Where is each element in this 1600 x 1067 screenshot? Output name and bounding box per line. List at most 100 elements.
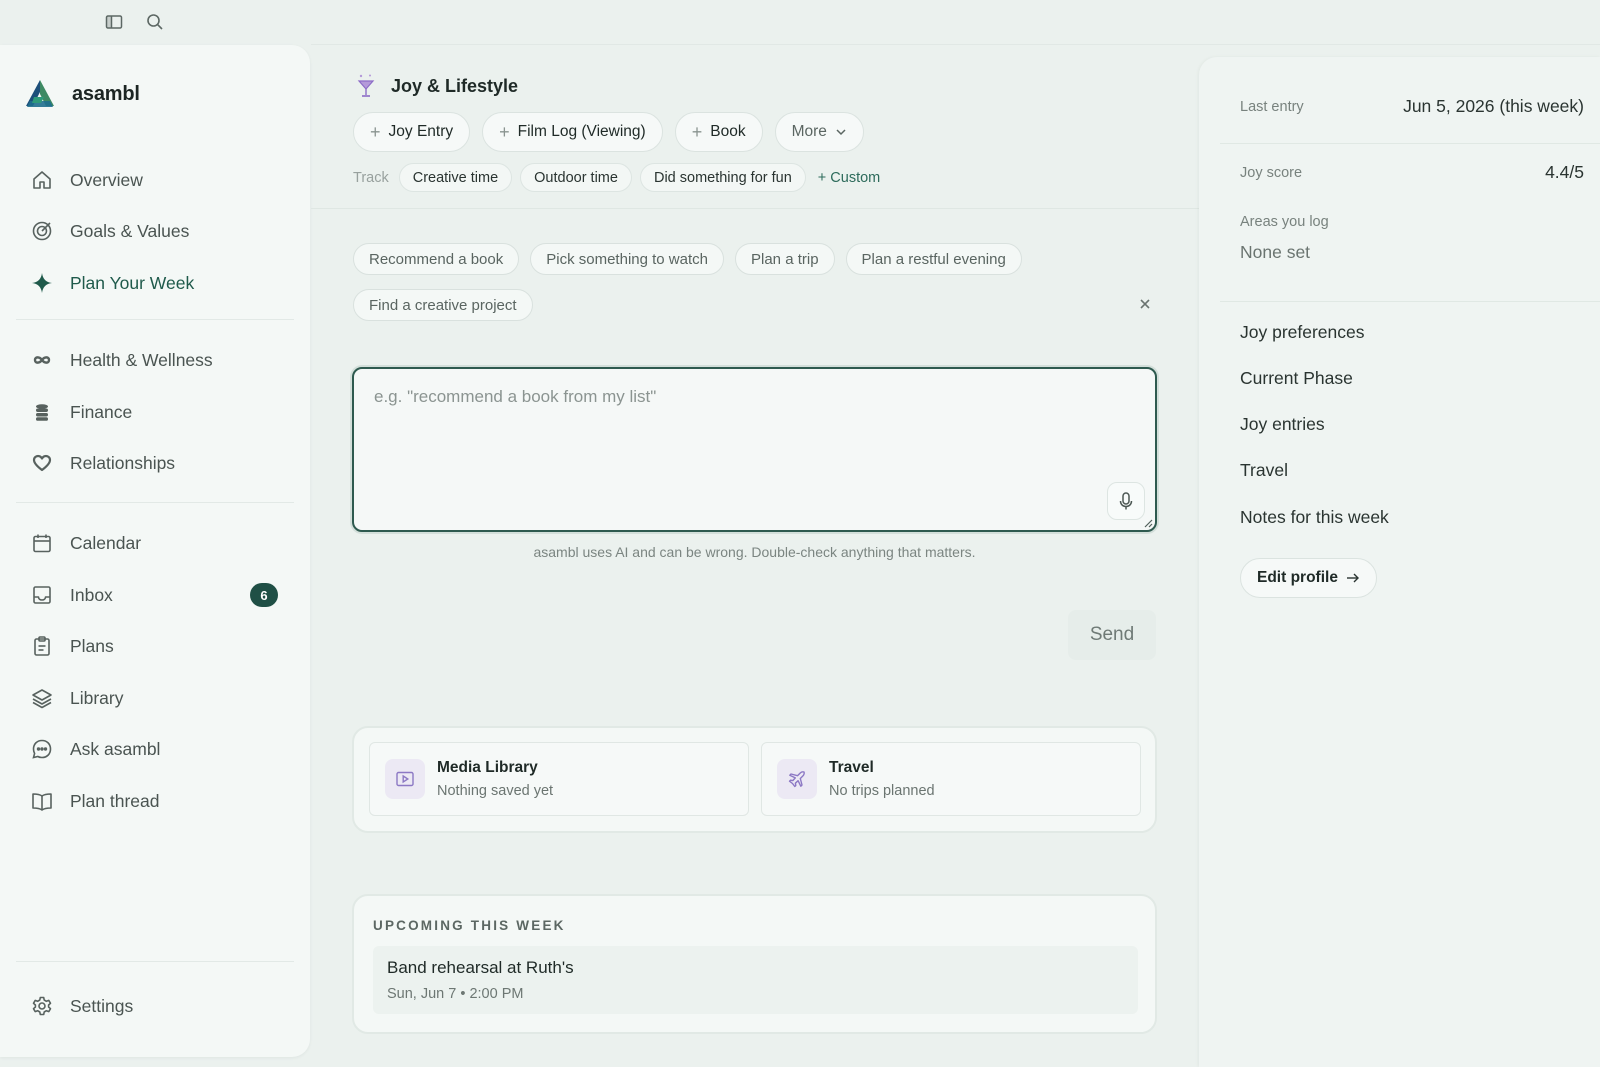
suggestion-chip[interactable]: Pick something to watch <box>530 243 724 275</box>
sidebar-toggle-icon[interactable] <box>104 12 124 32</box>
coins-icon <box>31 401 53 423</box>
upcoming-section: UPCOMING THIS WEEK Band rehearsal at Rut… <box>352 894 1157 1034</box>
nav-health-wellness[interactable]: Health & Wellness <box>16 338 294 382</box>
nav-overview[interactable]: Overview <box>16 158 294 202</box>
nav-label: Inbox <box>70 584 113 605</box>
ai-disclaimer: asambl uses AI and can be wrong. Double-… <box>533 544 976 560</box>
plus-icon: + <box>691 122 703 142</box>
section-heading: UPCOMING THIS WEEK <box>373 918 566 933</box>
add-custom-track-link[interactable]: + Custom <box>818 170 880 186</box>
areas-value: None set <box>1240 242 1311 262</box>
nav-label: Health & Wellness <box>70 349 213 370</box>
page-header: Joy & Lifestyle <box>355 73 518 99</box>
nav-divider <box>16 502 294 503</box>
home-icon <box>31 169 53 191</box>
plus-icon: + <box>499 122 510 142</box>
add-book-button[interactable]: + Book <box>674 112 763 152</box>
nav-label: Ask asambl <box>70 738 161 759</box>
button-label: Film Log (Viewing) <box>517 123 646 140</box>
inbox-icon <box>31 584 53 606</box>
nav-inbox[interactable]: Inbox 6 <box>16 573 294 617</box>
suggestion-chip[interactable]: Find a creative project <box>353 289 533 321</box>
suggestion-chip[interactable]: Recommend a book <box>353 243 520 275</box>
nav-label: Calendar <box>70 532 142 553</box>
send-button[interactable]: Send <box>1068 610 1156 660</box>
mic-button[interactable] <box>1107 482 1145 520</box>
top-divider <box>311 44 1600 45</box>
nav-plans[interactable]: Plans <box>16 624 294 668</box>
track-chip[interactable]: Did something for fun <box>639 163 806 192</box>
nav-finance[interactable]: Finance <box>16 390 294 434</box>
button-label: Edit profile <box>1257 569 1338 586</box>
chevron-down-icon <box>835 126 847 138</box>
sparkle-icon <box>31 272 53 294</box>
suggestion-row: Recommend a book Pick something to watch… <box>353 243 1022 275</box>
suggestion-row: Find a creative project <box>353 289 533 321</box>
travel-link[interactable]: Travel <box>1240 460 1288 481</box>
nav-divider <box>16 961 294 962</box>
travel-card[interactable]: Travel No trips planned <box>761 742 1141 816</box>
last-entry-value: Jun 5, 2026 (this week) <box>1403 96 1584 116</box>
microphone-icon <box>1118 491 1134 511</box>
track-chip[interactable]: Creative time <box>398 163 513 192</box>
media-library-card[interactable]: Media Library Nothing saved yet <box>369 742 749 816</box>
nav-library[interactable]: Library <box>16 676 294 720</box>
joy-preferences-link[interactable]: Joy preferences <box>1240 322 1365 343</box>
top-bar <box>0 0 1600 44</box>
joy-entries-link[interactable]: Joy entries <box>1240 414 1325 435</box>
search-icon[interactable] <box>145 12 165 32</box>
current-phase-link[interactable]: Current Phase <box>1240 368 1353 389</box>
track-label: Track <box>353 169 389 186</box>
resize-grip-icon[interactable] <box>1143 518 1153 528</box>
card-subtitle: Nothing saved yet <box>437 783 554 799</box>
page-title: Joy & Lifestyle <box>391 75 519 96</box>
panel-divider <box>1220 301 1600 302</box>
last-entry-label: Last entry <box>1240 99 1304 115</box>
layers-icon <box>31 687 53 709</box>
joy-score-label: Joy score <box>1240 165 1303 181</box>
event-title: Band rehearsal at Ruth's <box>387 958 574 977</box>
nav-label: Goals & Values <box>70 220 190 241</box>
infinity-icon <box>31 349 53 371</box>
add-film-log-button[interactable]: + Film Log (Viewing) <box>482 112 663 152</box>
upcoming-event[interactable]: Band rehearsal at Ruth's Sun, Jun 7 • 2:… <box>373 946 1138 1014</box>
close-icon[interactable] <box>1137 296 1153 312</box>
suggestion-chip[interactable]: Plan a trip <box>735 243 835 275</box>
header-divider <box>311 208 1199 209</box>
sidebar: asambl Overview Goals & Values Plan Your… <box>0 45 310 1057</box>
nav-label: Relationships <box>70 452 176 473</box>
plane-icon <box>777 759 817 799</box>
button-label: More <box>791 123 827 140</box>
suggestion-chip[interactable]: Plan a restful evening <box>845 243 1022 275</box>
edit-profile-button[interactable]: Edit profile <box>1240 558 1377 598</box>
areas-label: Areas you log <box>1240 214 1329 230</box>
chat-icon <box>31 738 53 760</box>
notes-link[interactable]: Notes for this week <box>1240 507 1389 528</box>
nav-settings[interactable]: Settings <box>16 984 294 1028</box>
more-dropdown-button[interactable]: More <box>774 112 864 152</box>
play-icon <box>385 759 425 799</box>
event-time: Sun, Jun 7 • 2:00 PM <box>387 986 524 1002</box>
nav-calendar[interactable]: Calendar <box>16 521 294 565</box>
nav-ask-asambl[interactable]: Ask asambl <box>16 727 294 771</box>
card-title: Media Library <box>437 759 538 776</box>
message-input[interactable] <box>354 369 1155 530</box>
gear-icon <box>31 995 53 1017</box>
composer <box>352 367 1157 532</box>
nav-goals-values[interactable]: Goals & Values <box>16 209 294 253</box>
joy-score-value: 4.4/5 <box>1545 162 1584 182</box>
panel-divider <box>1220 143 1600 144</box>
quick-cards: Media Library Nothing saved yet Travel N… <box>352 726 1157 833</box>
brand[interactable]: asambl <box>24 79 140 109</box>
nav-plan-thread[interactable]: Plan thread <box>16 779 294 823</box>
add-joy-entry-button[interactable]: + Joy Entry <box>353 112 471 152</box>
nav-relationships[interactable]: Relationships <box>16 441 294 485</box>
nav-label: Plan thread <box>70 790 160 811</box>
target-icon <box>31 220 53 242</box>
nav-plan-your-week[interactable]: Plan Your Week <box>16 261 294 305</box>
card-subtitle: No trips planned <box>829 783 935 799</box>
arrow-right-icon <box>1346 572 1360 584</box>
clipboard-icon <box>31 635 53 657</box>
track-chip[interactable]: Outdoor time <box>520 163 632 192</box>
brand-name: asambl <box>72 82 140 105</box>
